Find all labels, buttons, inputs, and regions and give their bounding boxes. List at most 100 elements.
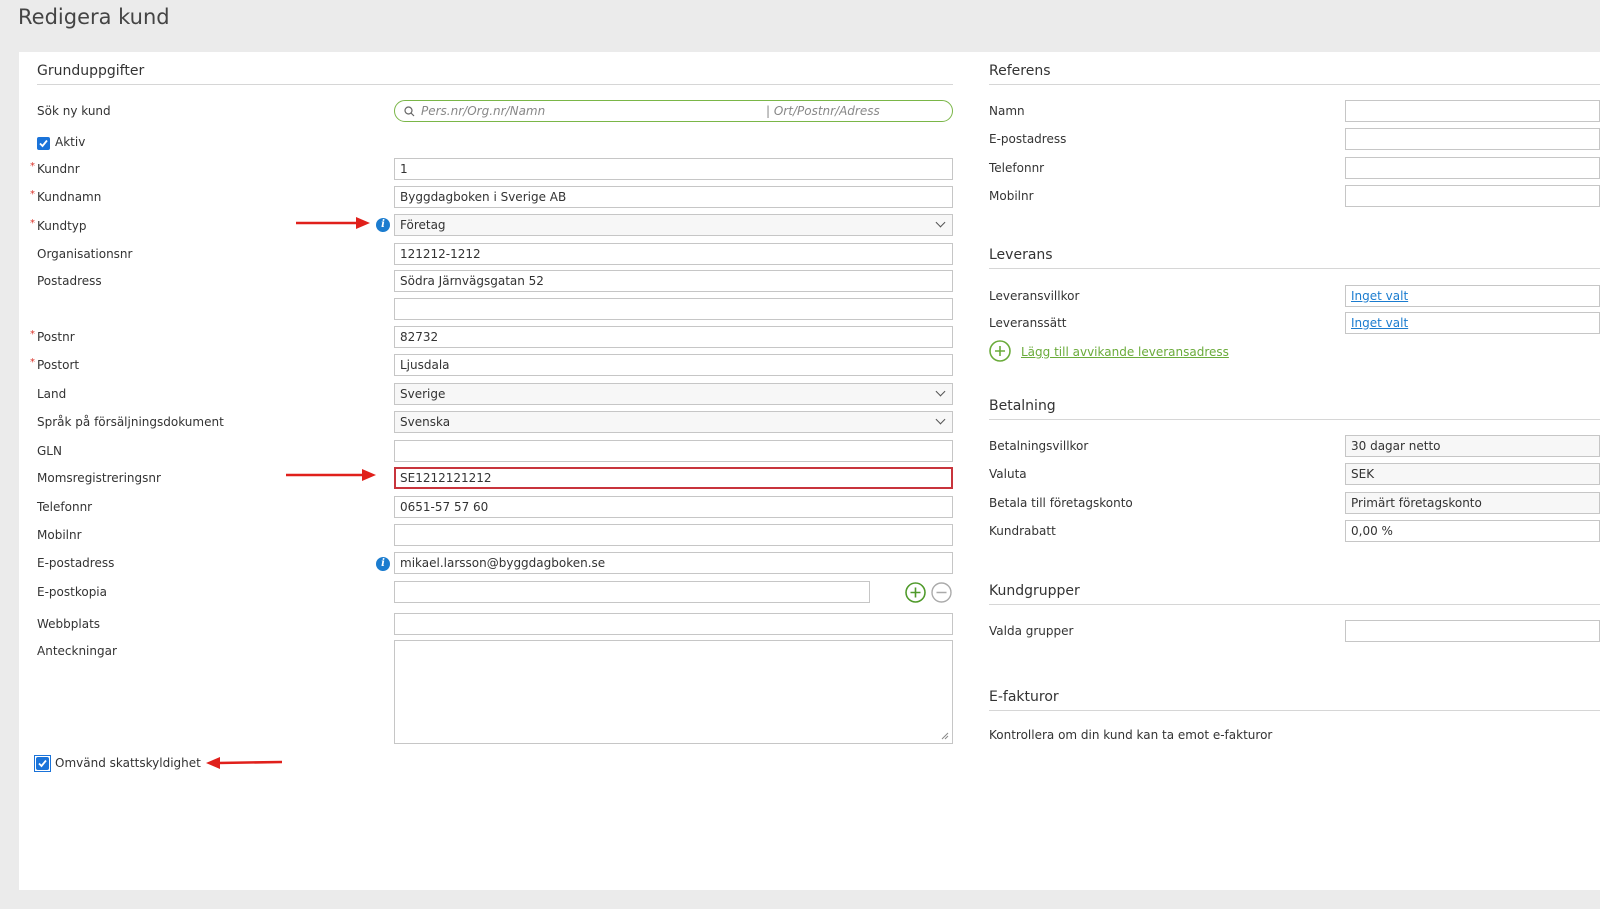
kundtyp-label-text: Kundtyp bbox=[37, 219, 87, 233]
section-heading-payment: Betalning bbox=[989, 398, 1600, 420]
delivery-method-link[interactable]: Inget valt bbox=[1351, 316, 1408, 330]
delivery-method-label: Leveranssätt bbox=[989, 316, 1067, 330]
reference-name-label: Namn bbox=[989, 104, 1025, 118]
delivery-terms-select[interactable]: Inget valt bbox=[1345, 285, 1600, 307]
kundnr-input[interactable]: 1 bbox=[394, 158, 953, 180]
required-marker: * bbox=[30, 329, 35, 340]
reverse-tax-label: Omvänd skattskyldighet bbox=[55, 756, 201, 770]
account-label: Betala till företagskonto bbox=[989, 496, 1133, 510]
section-heading-reference: Referens bbox=[989, 63, 1600, 85]
account-select[interactable]: Primärt företagskonto bbox=[1345, 492, 1600, 514]
delivery-method-select[interactable]: Inget valt bbox=[1345, 312, 1600, 334]
telefon-input[interactable]: 0651-57 57 60 bbox=[394, 496, 953, 518]
section-heading-groups: Kundgrupper bbox=[989, 583, 1600, 605]
plus-circle-icon[interactable] bbox=[905, 582, 926, 603]
moms-input[interactable]: SE1212121212 bbox=[394, 467, 953, 489]
basic-heading-text: Grunduppgifter bbox=[37, 63, 145, 79]
sprak-value: Svenska bbox=[400, 415, 451, 429]
search-placeholder-left: Pers.nr/Org.nr/Namn bbox=[421, 104, 546, 118]
epost-input[interactable]: mikael.larsson@byggdagboken.se bbox=[394, 552, 953, 574]
postnr-label-text: Postnr bbox=[37, 330, 75, 344]
postnr-label: * Postnr bbox=[30, 329, 75, 344]
reference-heading-text: Referens bbox=[989, 63, 1051, 79]
reference-mobile-input[interactable] bbox=[1345, 185, 1600, 207]
checkbox-icon bbox=[39, 139, 48, 148]
required-marker: * bbox=[30, 189, 35, 200]
kundnamn-input[interactable]: Byggdagboken i Sverige AB bbox=[394, 186, 953, 208]
add-delivery-address-link[interactable]: Lägg till avvikande leveransadress bbox=[1021, 345, 1229, 359]
kundtyp-select[interactable]: Företag bbox=[394, 214, 953, 236]
orgnr-input[interactable]: 121212-1212 bbox=[394, 243, 953, 265]
annotation-arrow bbox=[206, 757, 283, 769]
annotation-arrow bbox=[286, 469, 376, 481]
active-checkbox[interactable] bbox=[37, 137, 50, 150]
epostkopia-input[interactable] bbox=[394, 581, 870, 603]
reference-email-input[interactable] bbox=[1345, 128, 1600, 150]
land-label: Land bbox=[37, 387, 67, 401]
reference-name-input[interactable] bbox=[1345, 100, 1600, 122]
chevron-down-icon bbox=[935, 386, 946, 397]
sprak-select[interactable]: Svenska bbox=[394, 411, 953, 433]
kundnamn-label-text: Kundnamn bbox=[37, 190, 102, 204]
postort-input[interactable]: Ljusdala bbox=[394, 354, 953, 376]
webb-label: Webbplats bbox=[37, 617, 101, 631]
annotation-arrow bbox=[296, 217, 370, 229]
currency-label: Valuta bbox=[989, 467, 1027, 481]
epost-label: E-postadress bbox=[37, 556, 115, 570]
chevron-down-icon bbox=[935, 414, 946, 425]
kundnr-label-text: Kundnr bbox=[37, 162, 80, 176]
required-marker: * bbox=[30, 357, 35, 368]
gln-label: GLN bbox=[37, 444, 62, 458]
resize-grip-icon[interactable] bbox=[941, 732, 949, 740]
einvoice-text: Kontrollera om din kund kan ta emot e-fa… bbox=[989, 728, 1273, 742]
anteckningar-textarea[interactable] bbox=[394, 640, 953, 744]
discount-label: Kundrabatt bbox=[989, 524, 1056, 538]
chevron-down-icon bbox=[935, 217, 946, 228]
orgnr-label: Organisationsnr bbox=[37, 247, 133, 261]
reverse-tax-checkbox-frame[interactable] bbox=[34, 755, 51, 772]
plus-circle-icon[interactable] bbox=[989, 340, 1011, 362]
mobil-label: Mobilnr bbox=[37, 528, 82, 542]
search-label: Sök ny kund bbox=[37, 104, 111, 118]
payment-terms-label: Betalningsvillkor bbox=[989, 439, 1089, 453]
mobil-input[interactable] bbox=[394, 524, 953, 546]
search-icon bbox=[404, 106, 415, 117]
info-icon[interactable]: i bbox=[376, 557, 390, 571]
webb-input[interactable] bbox=[394, 613, 953, 635]
reference-phone-input[interactable] bbox=[1345, 157, 1600, 179]
payment-terms-select[interactable]: 30 dagar netto bbox=[1345, 435, 1600, 457]
info-icon[interactable]: i bbox=[376, 218, 390, 232]
delivery-terms-link[interactable]: Inget valt bbox=[1351, 289, 1408, 303]
groups-heading-text: Kundgrupper bbox=[989, 583, 1080, 599]
payment-heading-text: Betalning bbox=[989, 398, 1056, 414]
postadress-input-2[interactable] bbox=[394, 298, 953, 320]
telefon-label: Telefonnr bbox=[37, 500, 93, 514]
customer-search-input[interactable]: Pers.nr/Org.nr/Namn | Ort/Postnr/Adress bbox=[394, 100, 953, 122]
checkbox-icon bbox=[38, 759, 47, 768]
groups-input[interactable] bbox=[1345, 620, 1600, 642]
epostkopia-label: E-postkopia bbox=[37, 585, 107, 599]
kundtyp-value: Företag bbox=[400, 218, 446, 232]
delivery-heading-text: Leverans bbox=[989, 247, 1053, 263]
anteckningar-label: Anteckningar bbox=[37, 644, 117, 658]
sprak-label: Språk på försäljningsdokument bbox=[37, 415, 224, 429]
reverse-tax-checkbox[interactable] bbox=[36, 757, 49, 770]
postadress-input[interactable]: Södra Järnvägsgatan 52 bbox=[394, 270, 953, 292]
postadress-label: Postadress bbox=[37, 274, 102, 288]
postnr-input[interactable]: 82732 bbox=[394, 326, 953, 348]
einvoice-heading-text: E-fakturor bbox=[989, 689, 1059, 705]
land-select[interactable]: Sverige bbox=[394, 383, 953, 405]
currency-select[interactable]: SEK bbox=[1345, 463, 1600, 485]
postort-label-text: Postort bbox=[37, 358, 80, 372]
required-marker: * bbox=[30, 161, 35, 172]
postort-label: * Postort bbox=[30, 357, 80, 372]
discount-input[interactable]: 0,00 % bbox=[1345, 520, 1600, 542]
kundnamn-label: * Kundnamn bbox=[30, 189, 102, 204]
page-title: Redigera kund bbox=[18, 5, 170, 29]
section-heading-einvoice: E-fakturor bbox=[989, 689, 1600, 711]
kundnr-label: * Kundnr bbox=[30, 161, 80, 176]
minus-circle-icon[interactable] bbox=[931, 582, 952, 603]
reference-phone-label: Telefonnr bbox=[989, 161, 1045, 175]
delivery-terms-label: Leveransvillkor bbox=[989, 289, 1080, 303]
gln-input[interactable] bbox=[394, 440, 953, 462]
